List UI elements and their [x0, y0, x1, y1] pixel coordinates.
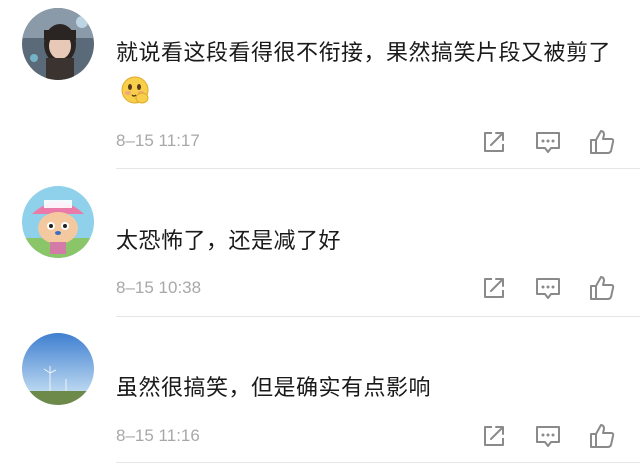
share-icon: [484, 278, 504, 298]
like-icon: [590, 276, 615, 300]
comment-item: 虽然很搞笑，但是确实有点影响 8–15 11:16: [0, 317, 640, 474]
divider: [116, 168, 640, 169]
sky-landscape-avatar: [22, 333, 94, 405]
reply-icon: [536, 278, 560, 299]
like-icon: [590, 424, 615, 448]
like-button[interactable]: [586, 272, 618, 304]
chopper-cartoon-avatar: [22, 186, 94, 258]
like-button[interactable]: [586, 126, 618, 158]
comment-actions: [476, 126, 626, 158]
avatar[interactable]: [22, 333, 94, 405]
reply-button[interactable]: [532, 420, 564, 452]
reply-icon: [536, 426, 560, 447]
avatar[interactable]: [22, 8, 94, 80]
share-button[interactable]: [478, 420, 510, 452]
share-button[interactable]: [478, 272, 510, 304]
comment-timestamp: 8–15 11:16: [116, 426, 200, 445]
comment-text: 太恐怖了，还是减了好: [116, 224, 626, 260]
divider: [116, 462, 640, 463]
comment-actions: [476, 272, 626, 304]
comment-text-content: 虽然很搞笑，但是确实有点影响: [116, 376, 432, 401]
reply-button[interactable]: [532, 126, 564, 158]
comment-item: 就说看这段看得很不衔接，果然搞笑片段又被剪了 8–15 11:17: [0, 0, 640, 170]
comment-text-content: 太恐怖了，还是减了好: [116, 229, 342, 254]
girl-photo-avatar: [22, 8, 94, 80]
comment-text-content: 就说看这段看得很不衔接，果然搞笑片段又被剪了: [116, 41, 612, 66]
share-icon: [484, 426, 504, 446]
comment-timestamp: 8–15 10:38: [116, 278, 202, 297]
avatar[interactable]: [22, 186, 94, 258]
like-icon: [590, 130, 615, 154]
reply-button[interactable]: [532, 272, 564, 304]
comment-text: 就说看这段看得很不衔接，果然搞笑片段又被剪了: [116, 36, 626, 108]
shy-face-emoji-icon: [120, 75, 150, 105]
comment-text: 虽然很搞笑，但是确实有点影响: [116, 371, 626, 407]
comment-item: 太恐怖了，还是减了好 8–15 10:38: [0, 170, 640, 317]
share-icon: [484, 132, 504, 152]
reply-icon: [536, 132, 560, 153]
comment-actions: [476, 420, 626, 452]
comment-timestamp: 8–15 11:17: [116, 131, 200, 150]
share-button[interactable]: [478, 126, 510, 158]
like-button[interactable]: [586, 420, 618, 452]
